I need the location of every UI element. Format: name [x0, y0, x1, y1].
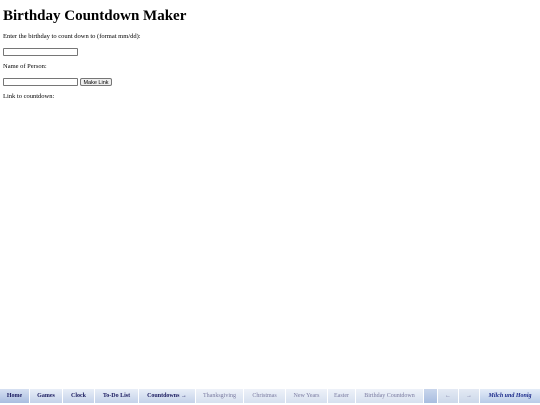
nav-christmas[interactable]: Christmas — [244, 389, 286, 403]
nav-clock[interactable]: Clock — [63, 389, 95, 403]
link-label: Link to countdown: — [3, 93, 55, 100]
nav-easter[interactable]: Easter — [328, 389, 356, 403]
bottom-nav-bar: Home Games Clock To-Do List Countdowns →… — [0, 389, 540, 403]
make-link-button[interactable]: Make Link — [80, 78, 112, 86]
nav-forward-arrow[interactable]: → — [459, 389, 480, 403]
name-label: Name of Person: — [3, 63, 47, 70]
page-title: Birthday Countdown Maker — [3, 8, 187, 24]
nav-brand-milch-und-honig[interactable]: Milch und Honig — [480, 389, 540, 403]
nav-spacer — [424, 389, 438, 403]
nav-todo-list[interactable]: To-Do List — [95, 389, 139, 403]
nav-back-arrow[interactable]: ← — [438, 389, 459, 403]
nav-thanksgiving[interactable]: Thanksgiving — [196, 389, 244, 403]
nav-birthday-countdown[interactable]: Birthday Countdown — [356, 389, 424, 403]
nav-countdowns[interactable]: Countdowns → — [139, 389, 196, 403]
birthday-label: Enter the birthday to count down to (for… — [3, 33, 141, 40]
birthday-input[interactable] — [3, 48, 78, 56]
nav-new-years[interactable]: New Years — [286, 389, 328, 403]
page: Birthday Countdown Maker Enter the birth… — [0, 0, 540, 405]
nav-games[interactable]: Games — [30, 389, 63, 403]
nav-home[interactable]: Home — [0, 389, 30, 403]
name-input[interactable] — [3, 78, 78, 86]
